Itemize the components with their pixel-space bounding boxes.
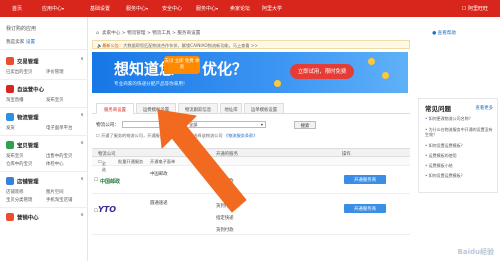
pointer-arrow-icon xyxy=(157,109,247,213)
